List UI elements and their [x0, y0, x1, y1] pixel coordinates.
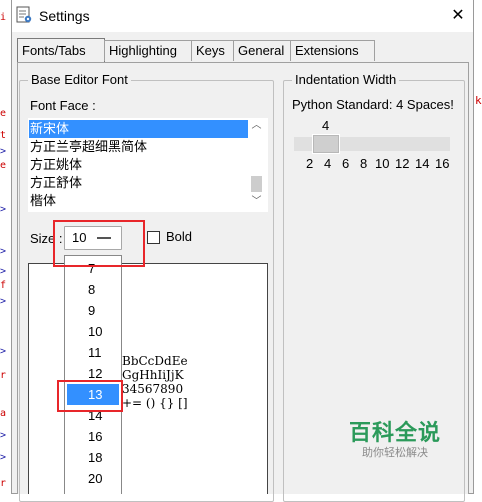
gutter-mark: e [0, 160, 7, 171]
gutter-mark: > [0, 346, 7, 357]
font-list-item[interactable]: 方正兰亭超细黑简体 [29, 138, 249, 156]
python-settings-icon [16, 6, 32, 23]
tab-keys[interactable]: Keys [191, 40, 238, 61]
gutter-mark: > [0, 430, 7, 441]
tick-label: 16 [435, 156, 450, 171]
size-dropdown-list[interactable]: 7 8 9 10 11 12 13 14 16 18 20 [64, 255, 122, 494]
tab-fonts-tabs[interactable]: Fonts/Tabs [17, 38, 105, 63]
tick-label: 12 [395, 156, 410, 171]
dropdown-dash-icon [97, 237, 111, 239]
title-bar[interactable]: Settings ✕ [12, 0, 473, 32]
size-option[interactable]: 16 [65, 426, 121, 447]
tick-label: 10 [375, 156, 390, 171]
tick-label: 2 [306, 156, 314, 171]
background-char: k [475, 94, 482, 107]
gutter-mark: > [0, 266, 7, 277]
tab-general[interactable]: General [233, 40, 295, 61]
gutter-mark: f [0, 280, 7, 291]
python-standard-label: Python Standard: 4 Spaces! [292, 97, 454, 112]
size-combobox[interactable]: 10 [64, 226, 122, 250]
indent-slider-thumb[interactable] [312, 134, 340, 154]
font-list-item[interactable]: 方正舒体 [29, 174, 249, 192]
base-editor-font-title: Base Editor Font [28, 72, 131, 87]
size-option[interactable]: 8 [65, 279, 121, 300]
gutter-mark: r [0, 478, 7, 489]
watermark-subtitle: 助你轻松解决 [362, 447, 428, 459]
bold-label: Bold [166, 229, 193, 244]
gutter-mark: > [0, 246, 7, 257]
font-face-list[interactable]: 新宋体 方正兰亭超细黑简体 方正姚体 方正舒体 楷体 [28, 118, 268, 212]
font-list-item[interactable]: 楷体 [29, 192, 249, 210]
gutter-mark: i [0, 12, 7, 23]
chevron-up-icon[interactable]: ︿ [248, 118, 265, 134]
size-option[interactable]: 12 [65, 363, 121, 384]
font-list-item[interactable]: 新宋体 [29, 120, 249, 138]
size-option[interactable]: 14 [65, 405, 121, 426]
indent-slider-value: 4 [322, 118, 330, 133]
tick-label: 14 [415, 156, 430, 171]
gutter-mark: > [0, 146, 7, 157]
sample-line: += () {} [] [122, 396, 188, 410]
size-value: 10 [72, 230, 87, 245]
font-face-label: Font Face : [30, 98, 96, 113]
font-list-item[interactable]: 方正姚体 [29, 156, 249, 174]
bold-checkbox[interactable] [147, 231, 160, 244]
size-option[interactable]: 11 [65, 342, 121, 363]
indentation-width-title: Indentation Width [292, 72, 400, 87]
sample-line: BbCcDdEe [122, 354, 188, 368]
gutter-mark: r [0, 370, 7, 381]
size-option[interactable]: 9 [65, 300, 121, 321]
scrollbar-thumb[interactable] [251, 176, 262, 192]
size-option[interactable]: 10 [65, 321, 121, 342]
size-option[interactable]: 7 [65, 258, 121, 279]
tick-label: 6 [342, 156, 350, 171]
tick-label: 4 [324, 156, 332, 171]
window-title: Settings [39, 8, 90, 24]
tab-highlighting[interactable]: Highlighting [104, 40, 196, 61]
gutter-mark: e [0, 108, 7, 119]
tick-label: 8 [360, 156, 368, 171]
size-option-selected[interactable]: 13 [67, 384, 119, 405]
chevron-down-icon[interactable]: ﹀ [248, 194, 265, 210]
gutter-mark: t [0, 130, 7, 141]
gutter-mark: > [0, 204, 7, 215]
sample-line: GgHhIiJjK [122, 368, 184, 382]
size-label: Size : [30, 231, 63, 246]
size-option[interactable]: 20 [65, 468, 121, 489]
watermark-title: 百科全说 [348, 420, 441, 445]
gutter-mark: > [0, 452, 7, 463]
gutter-mark: a [0, 408, 7, 419]
watermark: 百科全说 助你轻松解决 [340, 420, 450, 460]
size-option[interactable]: 18 [65, 447, 121, 468]
font-list-scrollbar[interactable]: ︿ ﹀ [248, 118, 265, 210]
gutter-mark: > [0, 296, 7, 307]
sample-line: 34567890 [122, 382, 184, 396]
close-icon[interactable]: ✕ [443, 0, 473, 32]
tab-extensions[interactable]: Extensions [290, 40, 375, 61]
